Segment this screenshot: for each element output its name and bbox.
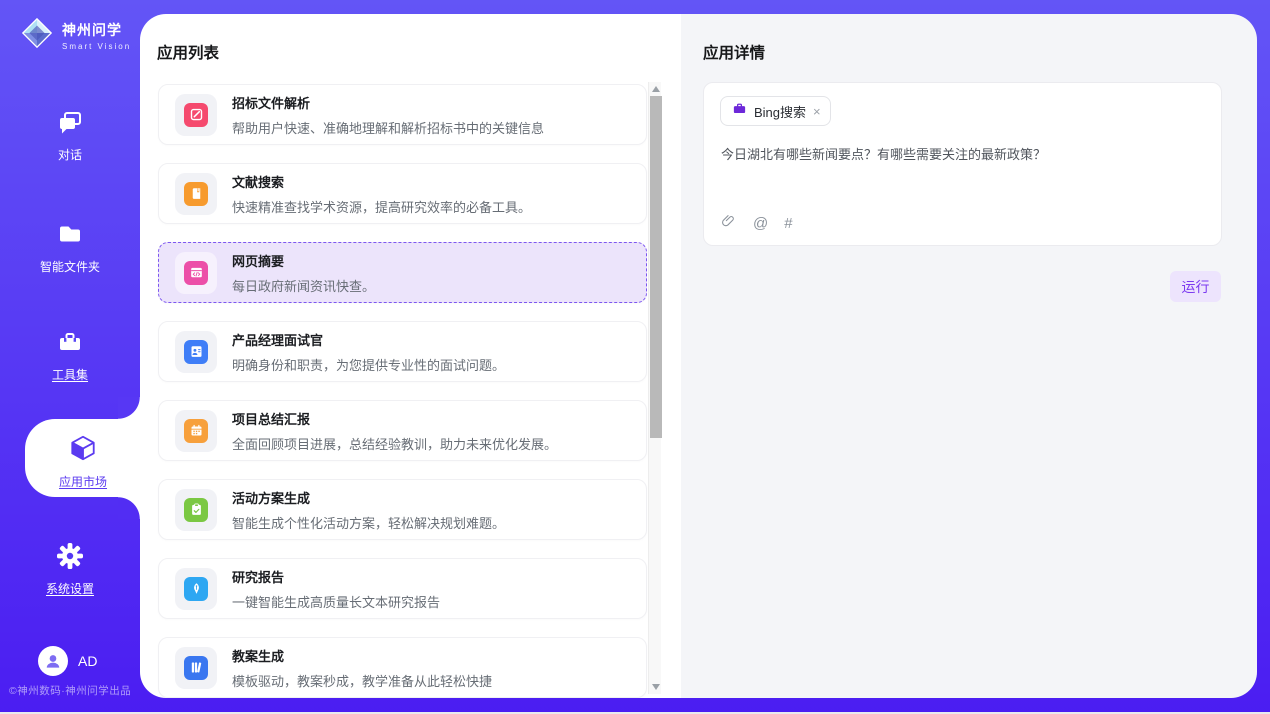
app-card-desc: 每日政府新闻资讯快查。 — [232, 276, 375, 295]
topic-hash-icon[interactable]: # — [784, 215, 792, 232]
app-card-desc: 明确身份和职责，为您提供专业性的面试问题。 — [232, 355, 505, 374]
app-detail-title: 应用详情 — [703, 41, 765, 63]
app-card-name: 研究报告 — [232, 567, 440, 586]
calendar-icon — [175, 410, 217, 452]
sidebar-item-smart-folder[interactable]: 智能文件夹 — [0, 220, 140, 275]
app-card-name: 文献搜索 — [232, 172, 531, 191]
app-card-bid-document-analysis[interactable]: 招标文件解析 帮助用户快速、准确地理解和解析招标书中的关键信息 — [158, 84, 647, 145]
sidebar-item-label: 智能文件夹 — [0, 258, 140, 275]
list-scrollbar[interactable] — [648, 82, 661, 694]
prompt-toolbar: @ # — [721, 213, 793, 234]
sidebar-item-label: 系统设置 — [0, 580, 140, 597]
app-card-desc: 帮助用户快速、准确地理解和解析招标书中的关键信息 — [232, 118, 544, 137]
bubble-corner-top — [118, 397, 140, 419]
clipboard-check-icon — [175, 489, 217, 531]
scroll-down-arrow[interactable] — [649, 680, 662, 694]
app-card-name: 网页摘要 — [232, 251, 375, 270]
scroll-up-arrow[interactable] — [649, 82, 662, 96]
app-card-lesson-plan[interactable]: 教案生成 模板驱动，教案秒成，教学准备从此轻松快捷 — [158, 637, 647, 698]
sidebar: 神州问学 Smart Vision 对话 智能文件夹 — [0, 0, 140, 714]
app-card-project-summary[interactable]: 项目总结汇报 全面回顾项目进展，总结经验教训，助力未来优化发展。 — [158, 400, 647, 461]
app-card-literature-search[interactable]: 文献搜索 快速精准查找学术资源，提高研究效率的必备工具。 — [158, 163, 647, 224]
mention-icon[interactable]: @ — [753, 215, 768, 232]
chat-icon — [0, 108, 140, 141]
app-list: 招标文件解析 帮助用户快速、准确地理解和解析招标书中的关键信息 文献搜索 快速精… — [158, 84, 647, 698]
app-card-desc: 智能生成个性化活动方案，轻松解决规划难题。 — [232, 513, 505, 532]
app-card-desc: 模板驱动，教案秒成，教学准备从此轻松快捷 — [232, 671, 492, 690]
interviewer-icon — [175, 331, 217, 373]
toolbox-icon — [0, 328, 140, 361]
user-name: AD — [78, 653, 97, 669]
app-card-desc: 一键智能生成高质量长文本研究报告 — [232, 592, 440, 611]
user-account[interactable]: AD — [38, 646, 97, 676]
paperclip-icon[interactable] — [721, 213, 737, 234]
app-card-desc: 快速精准查找学术资源，提高研究效率的必备工具。 — [232, 197, 531, 216]
sidebar-item-settings[interactable]: 系统设置 — [0, 542, 140, 597]
sidebar-item-label: 应用市场 — [25, 473, 141, 490]
app-list-panel: 应用列表 招标文件解析 帮助用户快速、准确地理解和解析招标书中的关键信息 — [140, 14, 681, 698]
copyright-text: ©神州数码·神州问学出品 — [9, 683, 131, 698]
briefcase-icon — [732, 101, 747, 121]
sidebar-item-toolset[interactable]: 工具集 — [0, 328, 140, 383]
app-card-name: 招标文件解析 — [232, 93, 544, 112]
sidebar-item-label: 对话 — [0, 146, 140, 163]
app-card-desc: 全面回顾项目进展，总结经验教训，助力未来优化发展。 — [232, 434, 557, 453]
brand-subtitle: Smart Vision — [62, 42, 131, 51]
pen-nib-icon — [175, 568, 217, 610]
browser-code-icon — [175, 252, 217, 294]
app-list-title: 应用列表 — [157, 41, 219, 63]
tool-tag-bing-search[interactable]: Bing搜索 × — [720, 96, 831, 126]
brand-name: 神州问学 — [62, 20, 131, 40]
prompt-input[interactable]: 今日湖北有哪些新闻要点？有哪些需要关注的最新政策？ — [721, 145, 1205, 165]
user-avatar-icon — [38, 646, 68, 676]
folder-icon — [0, 220, 140, 253]
main-container: 应用列表 招标文件解析 帮助用户快速、准确地理解和解析招标书中的关键信息 — [140, 14, 1257, 698]
pen-square-icon — [175, 94, 217, 136]
app-logo: 神州问学 Smart Vision — [20, 16, 131, 55]
diamond-logo-icon — [20, 16, 54, 55]
sidebar-item-app-market[interactable]: 应用市场 — [25, 419, 141, 497]
app-card-name: 活动方案生成 — [232, 488, 505, 507]
cube-icon — [25, 433, 141, 468]
app-card-event-plan[interactable]: 活动方案生成 智能生成个性化活动方案，轻松解决规划难题。 — [158, 479, 647, 540]
close-icon[interactable]: × — [813, 105, 821, 118]
tool-tag-label: Bing搜索 — [754, 102, 806, 121]
app-card-web-summary[interactable]: 网页摘要 每日政府新闻资讯快查。 — [158, 242, 647, 303]
scrollbar-thumb[interactable] — [650, 96, 662, 438]
sidebar-item-label: 工具集 — [0, 366, 140, 383]
app-card-name: 教案生成 — [232, 646, 492, 665]
sidebar-item-chat[interactable]: 对话 — [0, 108, 140, 163]
app-card-name: 项目总结汇报 — [232, 409, 557, 428]
gear-icon — [0, 542, 140, 575]
app-detail-panel: 应用详情 Bing搜索 × 今日湖北有哪些新闻要点？有哪些需要关注的最新政策？ — [681, 14, 1257, 698]
app-card-pm-interviewer[interactable]: 产品经理面试官 明确身份和职责，为您提供专业性的面试问题。 — [158, 321, 647, 382]
bubble-corner-bottom — [118, 497, 140, 519]
app-card-name: 产品经理面试官 — [232, 330, 505, 349]
prompt-card: Bing搜索 × 今日湖北有哪些新闻要点？有哪些需要关注的最新政策？ @ # — [703, 82, 1222, 246]
run-button[interactable]: 运行 — [1170, 271, 1221, 302]
app-card-research-report[interactable]: 研究报告 一键智能生成高质量长文本研究报告 — [158, 558, 647, 619]
books-icon — [175, 647, 217, 689]
book-icon — [175, 173, 217, 215]
